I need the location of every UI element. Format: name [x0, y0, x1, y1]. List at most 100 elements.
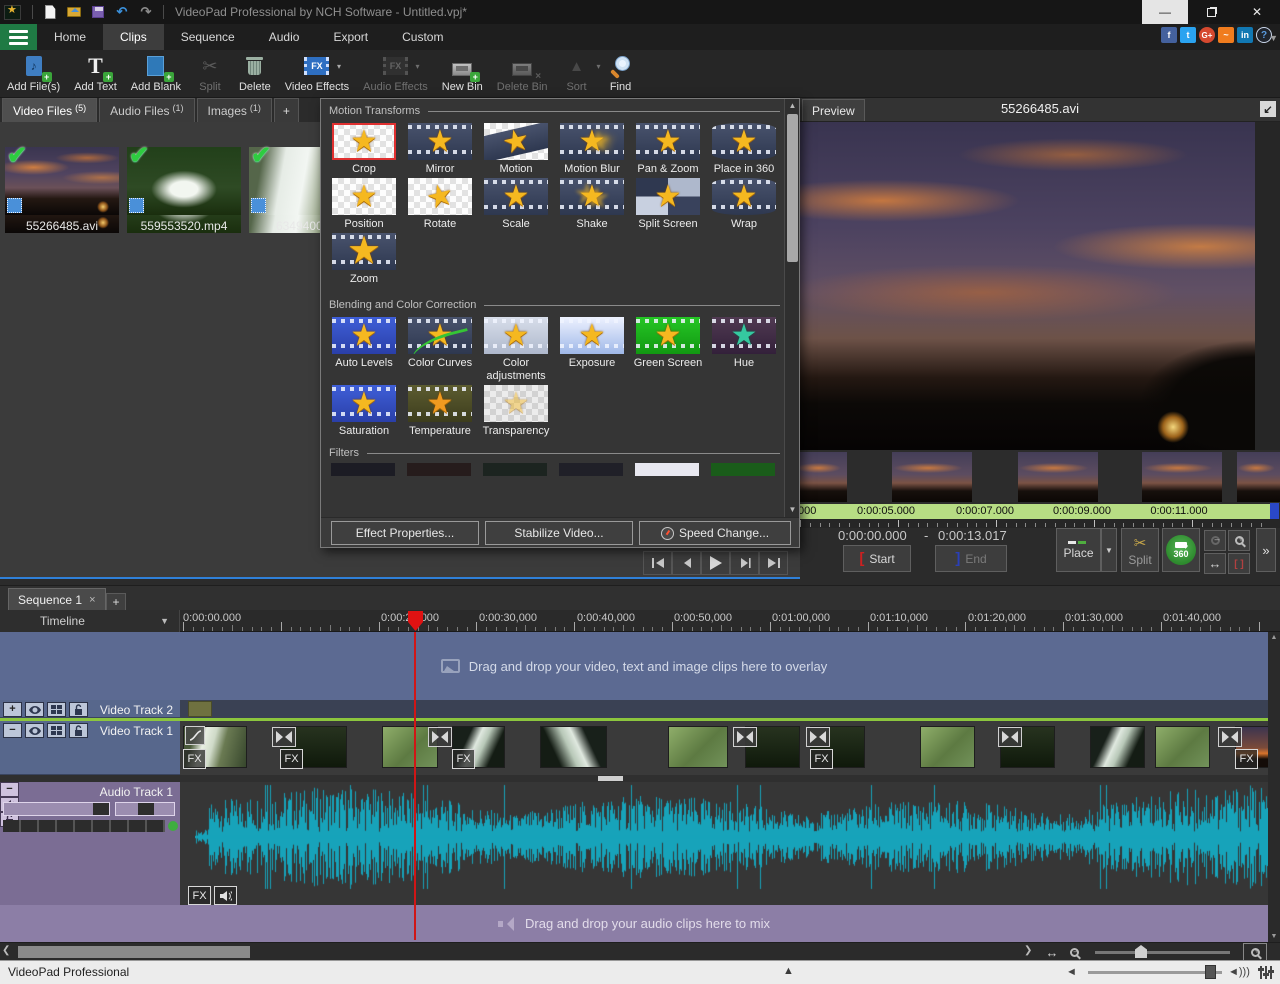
- clip-thumbnail[interactable]: [1155, 726, 1210, 768]
- scroll-left-icon[interactable]: ❮: [2, 945, 10, 956]
- linkedin-icon[interactable]: in: [1237, 27, 1253, 43]
- effect-properties-button[interactable]: Effect Properties...: [331, 521, 479, 545]
- scroll-down-icon[interactable]: ▼: [785, 503, 800, 517]
- toolbar-button[interactable]: ✂▾ Split: [188, 50, 232, 97]
- effect-item[interactable]: Exposure: [555, 315, 629, 383]
- zoom-out-button[interactable]: –: [1204, 530, 1226, 551]
- toolbar-button[interactable]: ▾ Find: [599, 50, 643, 97]
- social-more-caret-icon[interactable]: ▼: [1269, 33, 1278, 43]
- add-track-button[interactable]: +: [3, 702, 22, 717]
- effect-item[interactable]: Color Curves: [403, 315, 477, 383]
- loop-markers-button[interactable]: [1228, 553, 1250, 574]
- open-project-icon[interactable]: [66, 4, 82, 20]
- crossfade-transition-icon[interactable]: [806, 727, 830, 747]
- skip-to-end-button[interactable]: [759, 551, 788, 575]
- effect-item[interactable]: [479, 463, 555, 476]
- add-sequence-button[interactable]: +: [106, 593, 126, 611]
- effect-item[interactable]: Pan & Zoom: [631, 121, 705, 176]
- pan-slider[interactable]: [115, 802, 175, 816]
- audio-drop-zone[interactable]: Drag and drop your audio clips here to m…: [0, 905, 1268, 942]
- effect-thumbnail[interactable]: [332, 178, 396, 215]
- step-forward-button[interactable]: [730, 551, 759, 575]
- master-volume-slider[interactable]: [1088, 971, 1222, 974]
- close-sequence-icon[interactable]: ×: [89, 594, 95, 606]
- track-visibility-icon[interactable]: [25, 723, 44, 738]
- effect-thumbnail[interactable]: [408, 178, 472, 215]
- twitter-icon[interactable]: t: [1180, 27, 1196, 43]
- facebook-icon[interactable]: f: [1161, 27, 1177, 43]
- ribbon-tab[interactable]: Custom: [385, 24, 460, 50]
- view-360-button[interactable]: 360: [1162, 528, 1200, 572]
- new-project-icon[interactable]: [42, 4, 58, 20]
- toolbar-button[interactable]: FX▾ Video Effects: [278, 50, 356, 97]
- toolbar-button[interactable]: ♪+▾ Add File(s): [0, 50, 67, 97]
- timeline-zoom-out-button[interactable]: –: [1064, 943, 1084, 961]
- timeline-clip[interactable]: FX: [183, 726, 247, 768]
- effect-item[interactable]: Wrap: [707, 176, 781, 231]
- panel-toggle-icon[interactable]: ▲: [783, 965, 794, 977]
- playhead-handle[interactable]: [408, 611, 423, 631]
- timeline-clip[interactable]: FX: [1090, 726, 1145, 768]
- volume-min-icon[interactable]: ◄: [1066, 966, 1077, 978]
- toolbar-button[interactable]: ▾ Delete: [232, 50, 278, 97]
- scroll-up-icon[interactable]: ▲: [785, 99, 800, 113]
- bin-clip[interactable]: ✔ 55266485.avi: [5, 147, 119, 233]
- speed-change-button[interactable]: Speed Change...: [639, 521, 791, 545]
- video-track-2-lane[interactable]: [180, 700, 1268, 718]
- video-track-2-clip[interactable]: [188, 701, 212, 717]
- effect-thumbnail[interactable]: [332, 123, 396, 160]
- set-start-button[interactable]: Start: [843, 545, 911, 572]
- lock-track-icon[interactable]: [69, 702, 88, 717]
- nch-icon[interactable]: ~: [1218, 27, 1234, 43]
- effect-item[interactable]: Rotate: [403, 176, 477, 231]
- audio-waveform[interactable]: [195, 784, 1268, 890]
- storyboard-icon[interactable]: [47, 723, 66, 738]
- effect-thumbnail[interactable]: [484, 123, 548, 160]
- fit-timeline-button[interactable]: ↔: [1042, 943, 1062, 961]
- set-end-button[interactable]: End: [935, 545, 1007, 572]
- effect-item[interactable]: Place in 360: [707, 121, 781, 176]
- ribbon-tab[interactable]: Clips: [103, 24, 164, 50]
- effect-thumbnail[interactable]: [483, 463, 547, 476]
- slider-handle[interactable]: [93, 803, 109, 815]
- effect-item[interactable]: Hue: [707, 315, 781, 383]
- timeline-mode-dropdown[interactable]: Timeline ▼: [0, 610, 180, 632]
- effect-thumbnail[interactable]: [407, 463, 471, 476]
- fade-curve-icon[interactable]: [185, 726, 205, 745]
- toolbar-button[interactable]: ▲▾ Sort: [555, 50, 599, 97]
- effect-item[interactable]: Zoom: [327, 231, 401, 286]
- expand-preview-icon[interactable]: ↙: [1260, 101, 1276, 117]
- effect-thumbnail[interactable]: [559, 463, 623, 476]
- effect-item[interactable]: [555, 463, 631, 476]
- effect-thumbnail[interactable]: [636, 123, 700, 160]
- storyboard-icon[interactable]: [47, 702, 66, 717]
- menu-hamburger-icon[interactable]: [0, 24, 37, 50]
- effect-thumbnail[interactable]: [635, 463, 699, 476]
- effect-thumbnail[interactable]: [712, 317, 776, 354]
- effect-item[interactable]: Position: [327, 176, 401, 231]
- effect-thumbnail[interactable]: [408, 317, 472, 354]
- effect-thumbnail[interactable]: [560, 317, 624, 354]
- skip-to-start-button[interactable]: [643, 551, 672, 575]
- effect-item[interactable]: Transparency: [479, 383, 553, 438]
- volume-slider-handle[interactable]: [1205, 965, 1216, 979]
- zoom-in-button[interactable]: +: [1228, 530, 1250, 551]
- collapse-track-button[interactable]: −: [3, 723, 22, 738]
- effect-item[interactable]: Mirror: [403, 121, 477, 176]
- fit-width-button[interactable]: ↔: [1204, 553, 1226, 574]
- timeline-clip[interactable]: FX: [540, 726, 607, 768]
- ribbon-tab[interactable]: Audio: [252, 24, 317, 50]
- more-controls-button[interactable]: »: [1256, 528, 1276, 572]
- track-visibility-icon[interactable]: [25, 702, 44, 717]
- preview-scrubber-bar[interactable]: 0000:00:05.0000:00:07.0000:00:09.0000:00…: [800, 504, 1270, 519]
- effects-panel-scrollbar[interactable]: ▲ ▼: [784, 99, 799, 517]
- undo-icon[interactable]: ↶: [114, 4, 130, 20]
- preview-video-frame[interactable]: [800, 122, 1255, 450]
- bin-tab[interactable]: Audio Files(1): [99, 98, 194, 122]
- bin-clip-thumbnail[interactable]: ✔: [5, 147, 119, 215]
- ribbon-tab[interactable]: Sequence: [164, 24, 252, 50]
- effect-thumbnail[interactable]: [636, 317, 700, 354]
- crossfade-transition-icon[interactable]: [998, 727, 1022, 747]
- preview-filmstrip[interactable]: [800, 450, 1280, 504]
- clip-fx-badge[interactable]: FX: [810, 749, 833, 769]
